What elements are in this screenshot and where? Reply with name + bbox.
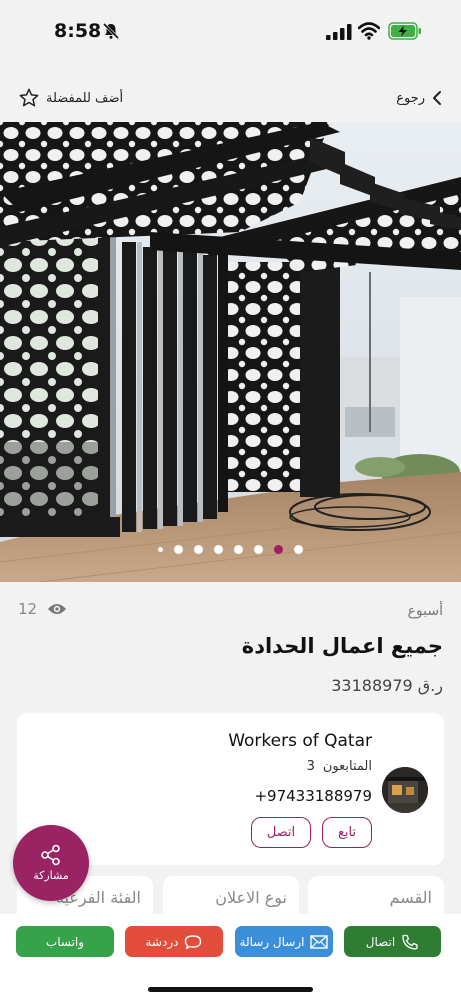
cellular-signal-icon xyxy=(326,24,352,40)
bell-muted-icon xyxy=(102,22,120,40)
gallery-dot[interactable] xyxy=(254,545,263,554)
seller-avatar-image xyxy=(382,767,428,813)
view-count-value: 12 xyxy=(18,600,38,618)
back-label: رجوع xyxy=(396,90,425,106)
call-button[interactable]: اتصال xyxy=(344,926,441,957)
gallery-pagination xyxy=(0,545,461,554)
add-to-favorites-label: أضف للمفضلة xyxy=(46,90,124,106)
chat-button[interactable]: دردشة xyxy=(125,926,223,957)
followers-label: المتابعون xyxy=(322,759,372,774)
battery-charging-icon xyxy=(388,22,421,40)
add-to-favorites-button[interactable]: أضف للمفضلة xyxy=(18,86,123,110)
wifi-icon xyxy=(358,22,380,40)
whatsapp-button[interactable]: واتساب xyxy=(16,926,114,957)
gallery-dot[interactable] xyxy=(214,545,223,554)
share-label: مشاركة xyxy=(33,869,69,882)
top-nav: أضف للمفضلة رجوع xyxy=(0,64,461,122)
seller-followers: المتابعون 3 xyxy=(307,759,372,774)
listing-period: أسبوع xyxy=(407,603,443,619)
call-label: اتصال xyxy=(365,934,396,949)
listing-image-gallery[interactable] xyxy=(0,122,461,582)
gallery-dot[interactable] xyxy=(294,545,303,554)
gallery-dot[interactable] xyxy=(194,545,203,554)
star-icon xyxy=(19,88,39,107)
contact-seller-button[interactable]: اتصل xyxy=(251,817,311,848)
followers-count: 3 xyxy=(306,759,315,774)
listing-price: 33188979 ر.ق xyxy=(331,676,443,695)
detail-section-label: القسم xyxy=(389,888,432,907)
gallery-dot-active[interactable] xyxy=(274,545,283,554)
listing-title: جميع اعمال الحدادة xyxy=(241,634,443,658)
status-time: 8:58 xyxy=(54,20,102,42)
home-indicator xyxy=(148,987,313,992)
chevron-left-icon xyxy=(433,91,441,105)
bottom-action-bar: اتصال ارسال رسالة دردشة واتساب xyxy=(0,914,461,1000)
follow-button[interactable]: تابع xyxy=(322,817,372,848)
gallery-dot[interactable] xyxy=(234,545,243,554)
send-message-label: ارسال رسالة xyxy=(239,934,305,949)
phone-icon xyxy=(402,934,418,950)
listing-photo xyxy=(0,122,461,582)
share-button[interactable]: مشاركة xyxy=(13,825,89,901)
seller-avatar[interactable] xyxy=(382,767,428,813)
whatsapp-label: واتساب xyxy=(45,934,85,949)
gallery-dot[interactable] xyxy=(174,545,183,554)
seller-phone[interactable]: +97433188979 xyxy=(254,787,372,805)
eye-icon xyxy=(48,604,67,614)
chat-label: دردشة xyxy=(145,934,179,949)
gallery-dot[interactable] xyxy=(158,547,163,552)
chat-bubble-icon xyxy=(185,934,202,949)
back-button[interactable]: رجوع xyxy=(396,86,443,110)
envelope-icon xyxy=(310,934,329,949)
view-count: 12 xyxy=(18,600,67,618)
status-bar: 8:58 xyxy=(0,0,461,64)
send-message-button[interactable]: ارسال رسالة xyxy=(235,926,333,957)
detail-ad-type-label: نوع الاعلان xyxy=(215,888,287,907)
share-icon xyxy=(41,844,60,866)
seller-name[interactable]: Workers of Qatar xyxy=(228,731,372,751)
